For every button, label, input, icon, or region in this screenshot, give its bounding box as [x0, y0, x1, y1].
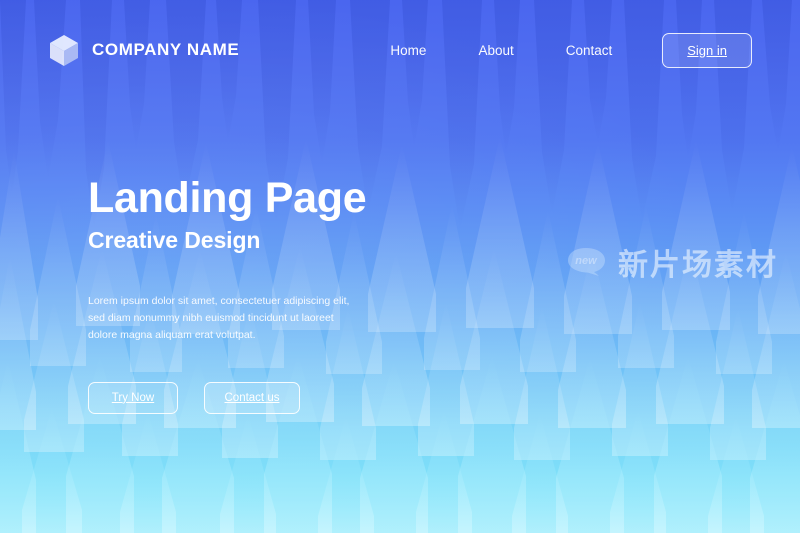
- contact-us-button[interactable]: Contact us: [204, 381, 300, 414]
- nav-item-about[interactable]: About: [452, 37, 539, 64]
- nav-item-home[interactable]: Home: [364, 37, 452, 64]
- hero-actions: Try Now Contact us: [88, 381, 508, 414]
- main-navigation: Home About Contact Sign in: [364, 32, 752, 68]
- hero-section: Landing Page Creative Design Lorem ipsum…: [88, 174, 508, 414]
- cube-icon: [48, 34, 80, 67]
- brand-name: COMPANY NAME: [92, 40, 240, 59]
- try-now-button[interactable]: Try Now: [88, 381, 178, 414]
- page-title: Landing Page: [88, 174, 367, 222]
- nav-item-contact[interactable]: Contact: [540, 37, 639, 64]
- sign-in-button[interactable]: Sign in: [662, 32, 752, 68]
- site-header: COMPANY NAME Home About Contact Sign in: [0, 0, 800, 100]
- page-subtitle: Creative Design: [88, 227, 261, 254]
- brand-logo[interactable]: COMPANY NAME: [48, 34, 239, 67]
- landing-page: COMPANY NAME Home About Contact Sign in …: [0, 0, 800, 533]
- hero-paragraph: Lorem ipsum dolor sit amet, consectetuer…: [88, 294, 350, 341]
